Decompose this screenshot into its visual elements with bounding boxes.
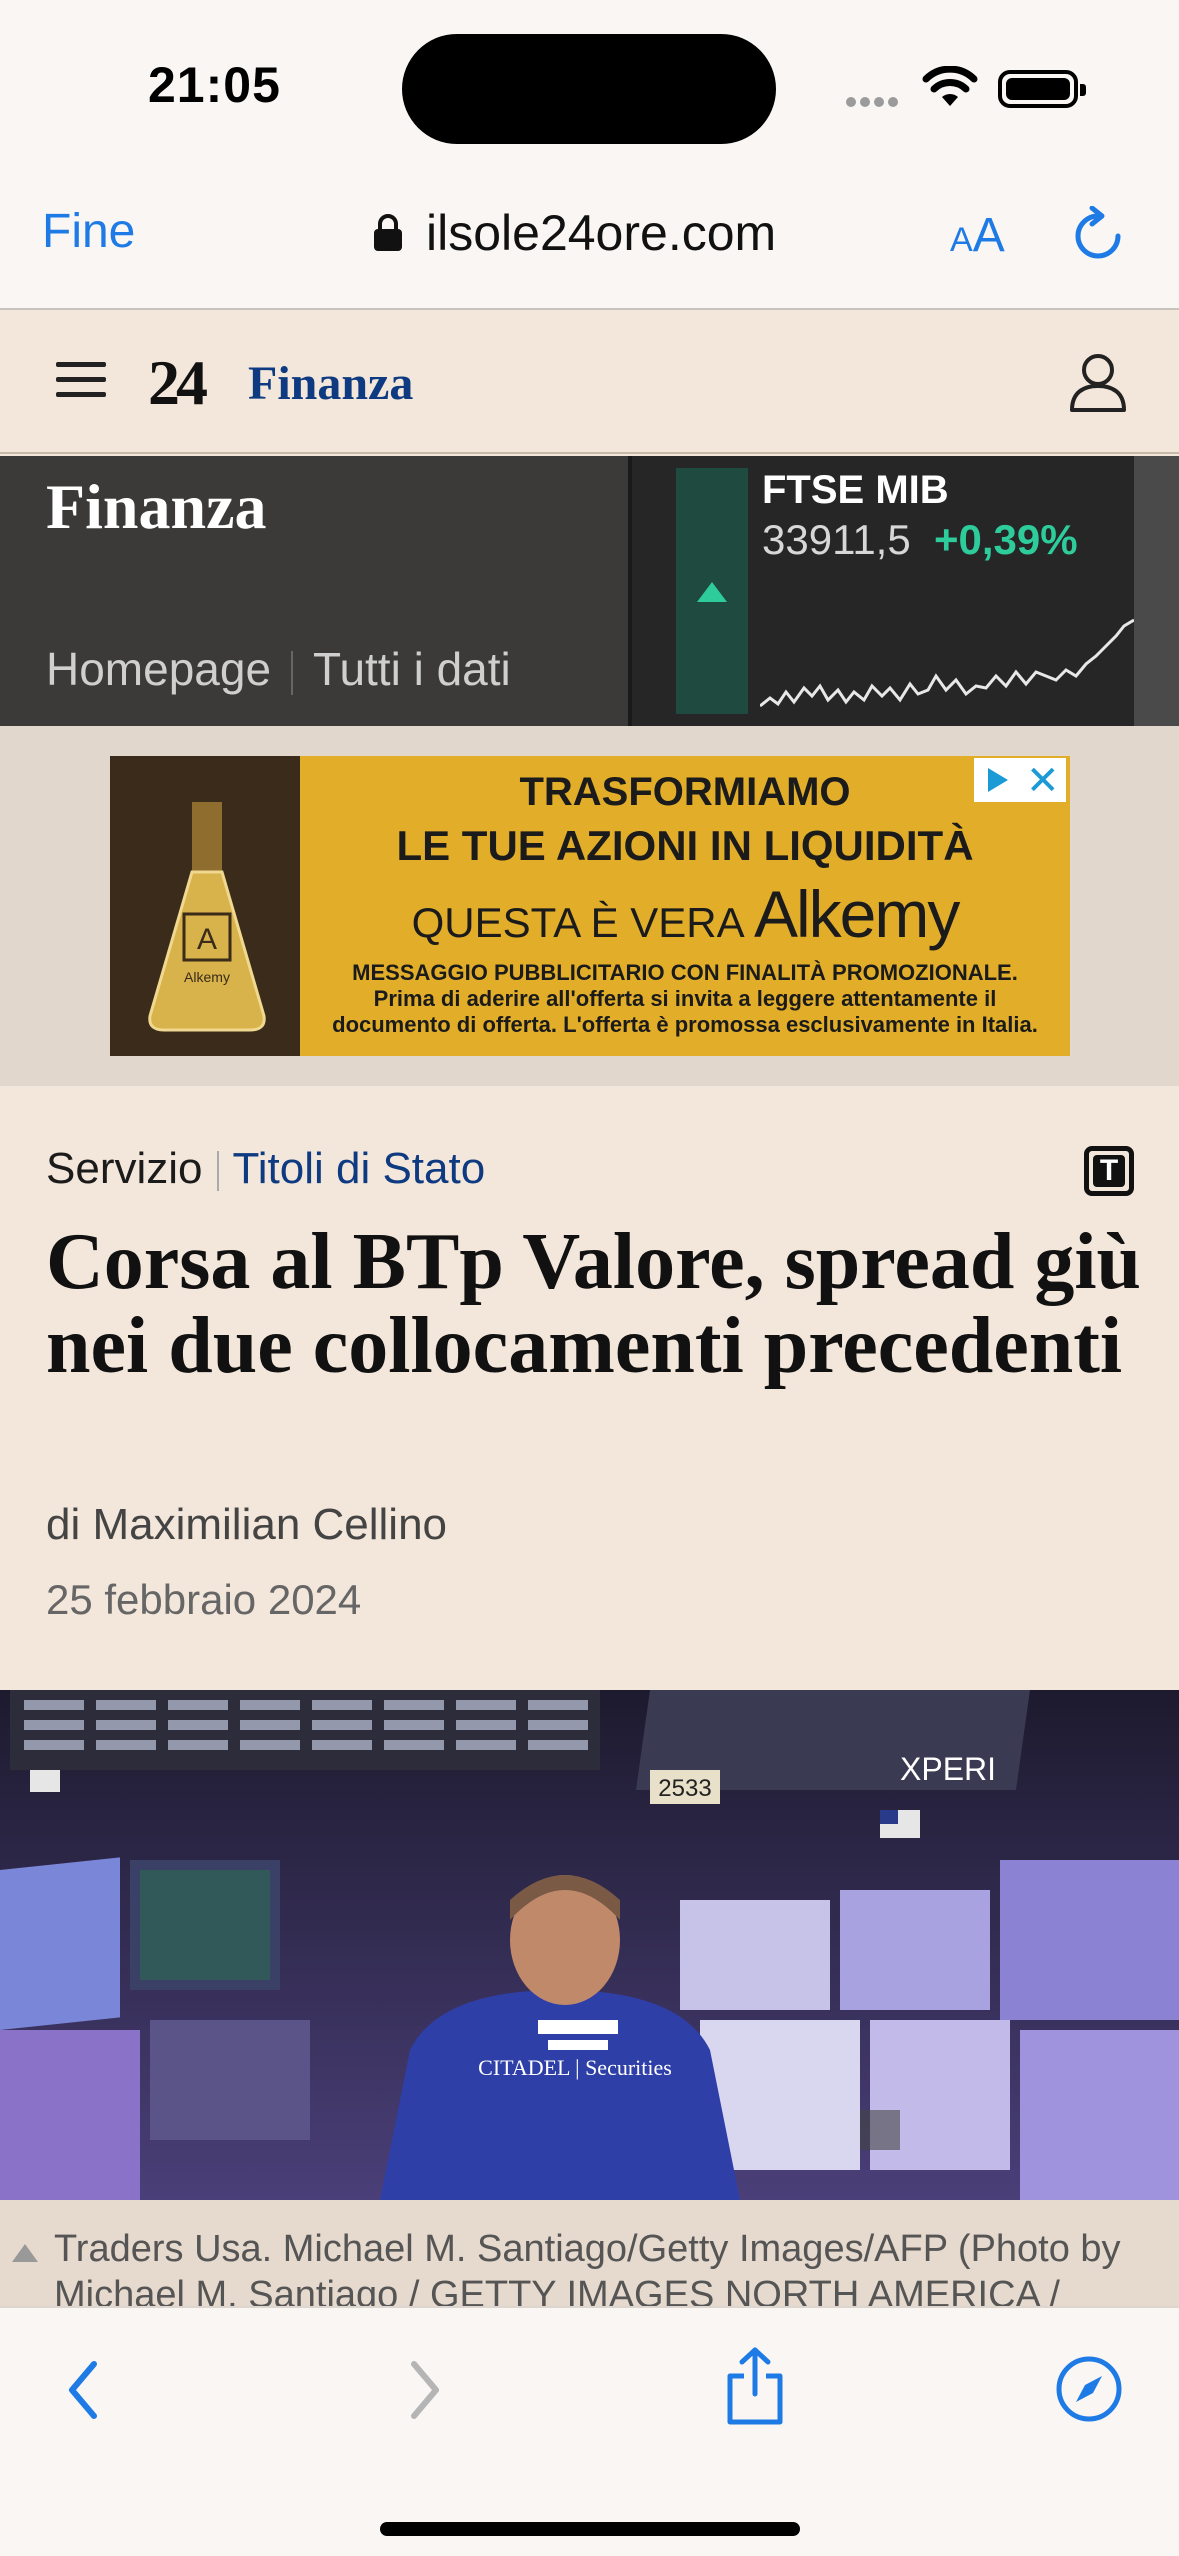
battery-icon bbox=[998, 70, 1086, 108]
done-button[interactable]: Fine bbox=[42, 204, 135, 259]
kicker-type: Servizio bbox=[46, 1144, 203, 1193]
ad-disclaimer-line: Prima di aderire all'offerta si invita a… bbox=[373, 986, 997, 1011]
ticker-next-edge bbox=[1134, 456, 1179, 726]
text-size-small-glyph: A bbox=[950, 221, 973, 259]
up-arrow-icon bbox=[697, 582, 727, 602]
browser-address-bar: Fine ilsole24ore.com AA bbox=[0, 170, 1179, 310]
ad-photo: A Alkemy bbox=[110, 756, 300, 1056]
article-photo[interactable]: XPERI 2533 CITADEL | Securities bbox=[0, 1690, 1179, 2200]
kicker-topic-link[interactable]: Titoli di Stato bbox=[233, 1144, 486, 1193]
ad-headline-3: QUESTA È VERA Alkemy bbox=[300, 876, 1070, 952]
section-name[interactable]: Finanza bbox=[248, 356, 413, 411]
caption-text: Traders Usa. Michael M. Santiago/Getty I… bbox=[54, 2228, 1121, 2306]
all-data-link[interactable]: Tutti i dati bbox=[313, 643, 511, 695]
article-headline: Corsa al BTp Valore, spread giù nei due … bbox=[46, 1218, 1142, 1390]
dynamic-island bbox=[402, 34, 776, 144]
close-ad-icon[interactable]: ✕ bbox=[1026, 758, 1060, 804]
user-account-icon[interactable] bbox=[1068, 352, 1128, 414]
kicker-separator bbox=[216, 1151, 219, 1192]
hamburger-menu-icon[interactable] bbox=[56, 362, 106, 400]
flask-brand: Alkemy bbox=[184, 969, 230, 985]
ad-choices-button[interactable]: ✕ bbox=[974, 758, 1066, 804]
article-kicker: Servizio Titoli di Stato bbox=[46, 1144, 485, 1194]
finance-banner: Finanza Homepage Tutti i dati FTSE MIB 33… bbox=[0, 456, 1179, 726]
caption-toggle-icon[interactable] bbox=[12, 2244, 38, 2262]
trading-floor-image: XPERI 2533 CITADEL | Securities bbox=[0, 1690, 1179, 2200]
ad-brand: Alkemy bbox=[753, 877, 960, 951]
browser-toolbar bbox=[0, 2306, 1179, 2556]
status-bar: 21:05 bbox=[0, 0, 1179, 170]
homepage-link[interactable]: Homepage bbox=[46, 643, 271, 695]
post-number: 2533 bbox=[658, 1775, 711, 1802]
photo-caption: Traders Usa. Michael M. Santiago/Getty I… bbox=[0, 2200, 1179, 2306]
finance-links: Homepage Tutti i dati bbox=[46, 642, 511, 696]
ticker-value: 33911,5 bbox=[762, 516, 911, 563]
ticker-name: FTSE MIB bbox=[762, 468, 949, 512]
forward-icon[interactable] bbox=[404, 2358, 444, 2422]
ad-disclaimer-line: documento di offerta. L'offerta è promos… bbox=[332, 1012, 1038, 1037]
cellular-signal-icon bbox=[846, 94, 906, 107]
ad-headline-2: LE TUE AZIONI IN LIQUIDITÀ bbox=[396, 822, 974, 869]
article-date: 25 febbraio 2024 bbox=[46, 1576, 362, 1623]
text-size-large-glyph: A bbox=[972, 209, 1005, 262]
share-icon[interactable] bbox=[722, 2346, 788, 2426]
ad-headline-1: TRASFORMIAMO bbox=[519, 770, 851, 814]
compass-icon[interactable] bbox=[1054, 2354, 1124, 2424]
ticker-change: +0,39% bbox=[934, 516, 1078, 563]
ad-disclaimer-line: MESSAGGIO PUBBLICITARIO CON FINALITÀ PRO… bbox=[352, 960, 1018, 985]
wifi-icon bbox=[922, 66, 978, 106]
ad-area: A Alkemy TRASFORMIAMO LE TUE AZIONI IN L… bbox=[0, 726, 1179, 1086]
article-byline[interactable]: di Maximilian Cellino bbox=[46, 1500, 447, 1550]
lock-icon bbox=[374, 214, 402, 251]
advertisement-banner[interactable]: A Alkemy TRASFORMIAMO LE TUE AZIONI IN L… bbox=[110, 756, 1070, 1056]
home-indicator bbox=[380, 2522, 800, 2536]
url-text[interactable]: ilsole24ore.com bbox=[426, 204, 776, 262]
back-icon[interactable] bbox=[64, 2358, 104, 2422]
ad-choices-icon bbox=[988, 768, 1008, 792]
text-size-button[interactable]: AA bbox=[950, 208, 1005, 263]
flask-image: A Alkemy bbox=[148, 802, 266, 1032]
ticker-sparkline bbox=[760, 618, 1134, 708]
flask-letter: A bbox=[197, 923, 217, 956]
link-separator bbox=[291, 650, 294, 695]
finance-title: Finanza bbox=[46, 471, 267, 542]
ad-disclaimer: MESSAGGIO PUBBLICITARIO CON FINALITÀ PRO… bbox=[300, 960, 1070, 1038]
text-mode-icon[interactable]: T bbox=[1084, 1146, 1134, 1196]
article-header: Servizio Titoli di Stato T Corsa al BTp V… bbox=[0, 1086, 1179, 1690]
clock: 21:05 bbox=[148, 57, 281, 113]
jacket-text: CITADEL | Securities bbox=[478, 2055, 672, 2080]
xperi-sign: XPERI bbox=[900, 1751, 996, 1787]
reload-icon[interactable] bbox=[1068, 206, 1128, 266]
ad-headline-3-text: QUESTA È VERA bbox=[411, 899, 743, 946]
site-header: 24 Finanza bbox=[0, 312, 1179, 454]
site-logo[interactable]: 24 bbox=[148, 346, 208, 420]
